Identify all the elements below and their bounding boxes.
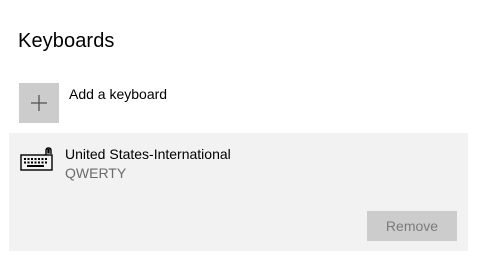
add-keyboard-button[interactable]: Add a keyboard [19,83,167,123]
remove-button[interactable]: Remove [367,211,457,241]
keyboard-layout: QWERTY [65,165,127,181]
keyboards-heading: Keyboards [18,30,115,52]
plus-icon [31,95,47,111]
add-keyboard-tile[interactable] [19,83,59,123]
keyboard-list-item[interactable]: United States-International QWERTY Remov… [9,133,468,251]
keyboard-name: United States-International [65,146,231,162]
add-keyboard-label[interactable]: Add a keyboard [69,86,167,102]
keyboard-icon [20,147,53,171]
